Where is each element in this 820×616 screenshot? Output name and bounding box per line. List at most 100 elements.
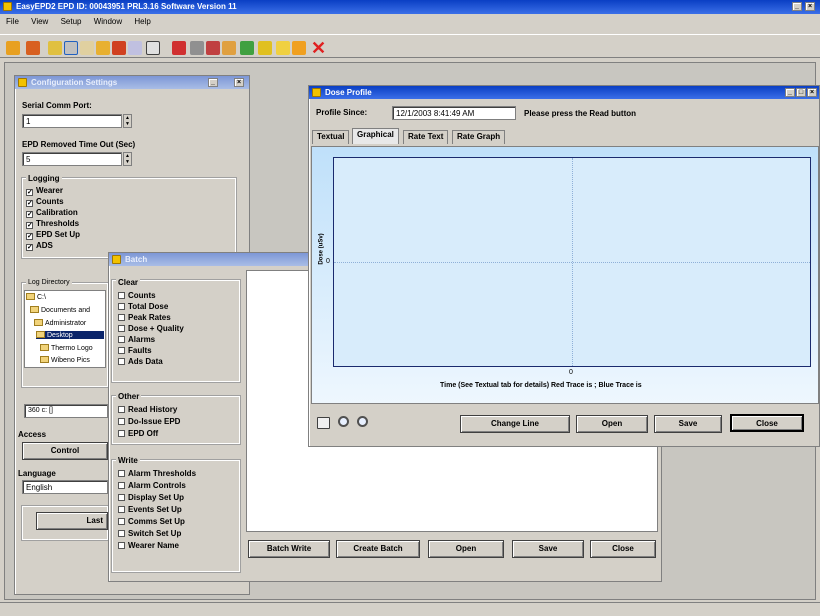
other-reissue-epd-checkbox[interactable]: Do-Issue EPD (118, 417, 180, 426)
app-close-button[interactable]: × (805, 2, 815, 11)
write-switch-setup-checkbox[interactable]: Switch Set Up (118, 529, 181, 538)
menu-view[interactable]: View (31, 17, 48, 26)
app-title-bar: EasyEPD2 EPD ID: 00043951 PRL3.16 Softwa… (0, 0, 820, 14)
tree-item-desktop[interactable]: Desktop (36, 331, 104, 339)
drive-select[interactable]: 360 c: [] (24, 404, 108, 418)
tab-rate-graph[interactable]: Rate Graph (452, 130, 506, 144)
settings-minimize-button[interactable]: _ (208, 78, 218, 87)
tool-tools-icon[interactable] (112, 41, 126, 55)
app-icon (3, 2, 12, 11)
create-batch-button[interactable]: Create Batch (336, 540, 420, 558)
dose-maximize-button[interactable]: □ (796, 88, 806, 97)
menu-bar: File View Setup Window Help (6, 17, 161, 29)
tool-find-icon[interactable] (292, 41, 306, 55)
clear-peak-rates-checkbox[interactable]: Peak Rates (118, 313, 171, 322)
tab-rate-text[interactable]: Rate Text (403, 130, 449, 144)
status-bar (0, 602, 820, 616)
batch-close-button[interactable]: Close (590, 540, 656, 558)
tool-pen-icon[interactable] (146, 41, 160, 55)
logging-epd-setup-checkbox[interactable]: ✓ EPD Set Up (26, 230, 80, 240)
clear-dose-quality-checkbox[interactable]: Dose + Quality (118, 324, 184, 333)
clear-faults-checkbox[interactable]: Faults (118, 346, 152, 355)
read-hint: Please press the Read button (524, 109, 637, 118)
batch-save-button[interactable]: Save (512, 540, 584, 558)
tool-print-icon[interactable] (190, 41, 204, 55)
serial-port-label: Serial Comm Port: (22, 101, 92, 110)
logging-thresholds-checkbox[interactable]: ✓ Thresholds (26, 219, 79, 229)
tool-graph-icon[interactable] (48, 41, 62, 55)
checkbox-icon (118, 470, 125, 477)
dose-save-button[interactable]: Save (654, 415, 722, 433)
tool-doc-icon[interactable] (80, 41, 94, 55)
serial-port-spinner[interactable]: ▲ ▼ (123, 114, 132, 128)
tab-graphical[interactable]: Graphical (352, 128, 399, 144)
tool-search-icon[interactable] (276, 41, 290, 55)
tool-chart-icon[interactable] (96, 41, 110, 55)
tool-edit-icon[interactable] (222, 41, 236, 55)
timeout-spinner[interactable]: ▲ ▼ (123, 152, 132, 166)
clear-counts-checkbox[interactable]: Counts (118, 291, 156, 300)
tree-item-thermo[interactable]: Thermo Logo (40, 344, 93, 352)
menu-window[interactable]: Window (94, 17, 122, 26)
dose-tabs: Textual Graphical Rate Text Rate Graph (312, 128, 812, 146)
logging-counts-checkbox[interactable]: ✓ Counts (26, 197, 64, 207)
dose-close-button[interactable]: × (807, 88, 817, 97)
tool-list-icon[interactable] (128, 41, 142, 55)
other-read-history-checkbox[interactable]: Read History (118, 405, 177, 414)
write-display-setup-checkbox[interactable]: Display Set Up (118, 493, 184, 502)
tool-send-icon[interactable] (172, 41, 186, 55)
batch-open-button[interactable]: Open (428, 540, 504, 558)
print-icon[interactable] (317, 417, 330, 429)
tree-item-c[interactable]: C:\ (26, 293, 46, 301)
profile-since-label: Profile Since: (316, 108, 368, 117)
timeout-input[interactable]: 5 (22, 152, 122, 166)
change-line-button[interactable]: Change Line (460, 415, 570, 433)
other-epd-off-checkbox[interactable]: EPD Off (118, 429, 158, 438)
checkbox-icon (118, 292, 125, 299)
dose-minimize-button[interactable]: _ (785, 88, 795, 97)
zoom-in-icon[interactable] (338, 416, 349, 427)
write-alarm-thresholds-checkbox[interactable]: Alarm Thresholds (118, 469, 196, 478)
language-select[interactable]: English (22, 480, 108, 494)
tool-read-icon[interactable] (6, 41, 20, 55)
checkbox-icon (118, 482, 125, 489)
menu-help[interactable]: Help (134, 17, 150, 26)
dose-open-button[interactable]: Open (576, 415, 648, 433)
dose-title-bar: Dose Profile (309, 86, 819, 99)
tool-close-icon[interactable]: ✕ (311, 38, 326, 59)
logging-wearer-checkbox[interactable]: ✓ Wearer (26, 186, 63, 196)
serial-port-input[interactable]: 1 (22, 114, 122, 128)
tree-item-administrator[interactable]: Administrator (34, 319, 86, 327)
clear-ads-data-checkbox[interactable]: Ads Data (118, 357, 163, 366)
write-comms-setup-checkbox[interactable]: Comms Set Up (118, 517, 185, 526)
checkbox-icon (118, 518, 125, 525)
write-events-setup-checkbox[interactable]: Events Set Up (118, 505, 182, 514)
tool-trend-icon[interactable] (64, 41, 78, 55)
settings-close-button[interactable]: × (234, 78, 244, 87)
tree-item-documents[interactable]: Documents and (30, 306, 90, 314)
tree-item-wibeno[interactable]: Wibeno Pics (40, 356, 90, 364)
tab-textual[interactable]: Textual (312, 130, 350, 144)
tool-write-icon[interactable] (26, 41, 40, 55)
dose-close-action-button[interactable]: Close (730, 414, 804, 432)
checkbox-icon (118, 530, 125, 537)
tool-config-icon[interactable] (206, 41, 220, 55)
batch-title: Batch (125, 255, 148, 264)
write-alarm-controls-checkbox[interactable]: Alarm Controls (118, 481, 186, 490)
last-button[interactable]: Last (36, 512, 108, 530)
logging-calibration-checkbox[interactable]: ✓ Calibration (26, 208, 78, 218)
tool-link-icon[interactable] (240, 41, 254, 55)
batch-write-button[interactable]: Batch Write (248, 540, 330, 558)
clear-total-dose-checkbox[interactable]: Total Dose (118, 302, 168, 311)
menu-file[interactable]: File (6, 17, 19, 26)
tool-folder-icon[interactable] (258, 41, 272, 55)
control-button[interactable]: Control (22, 442, 108, 460)
write-wearer-name-checkbox[interactable]: Wearer Name (118, 541, 179, 550)
checkbox-icon: ✓ (26, 233, 33, 240)
app-minimize-button[interactable]: _ (792, 2, 802, 11)
zoom-out-icon[interactable] (357, 416, 368, 427)
clear-alarms-checkbox[interactable]: Alarms (118, 335, 155, 344)
language-label: Language (18, 469, 56, 478)
menu-setup[interactable]: Setup (61, 17, 82, 26)
logging-ads-checkbox[interactable]: ✓ ADS (26, 241, 53, 251)
